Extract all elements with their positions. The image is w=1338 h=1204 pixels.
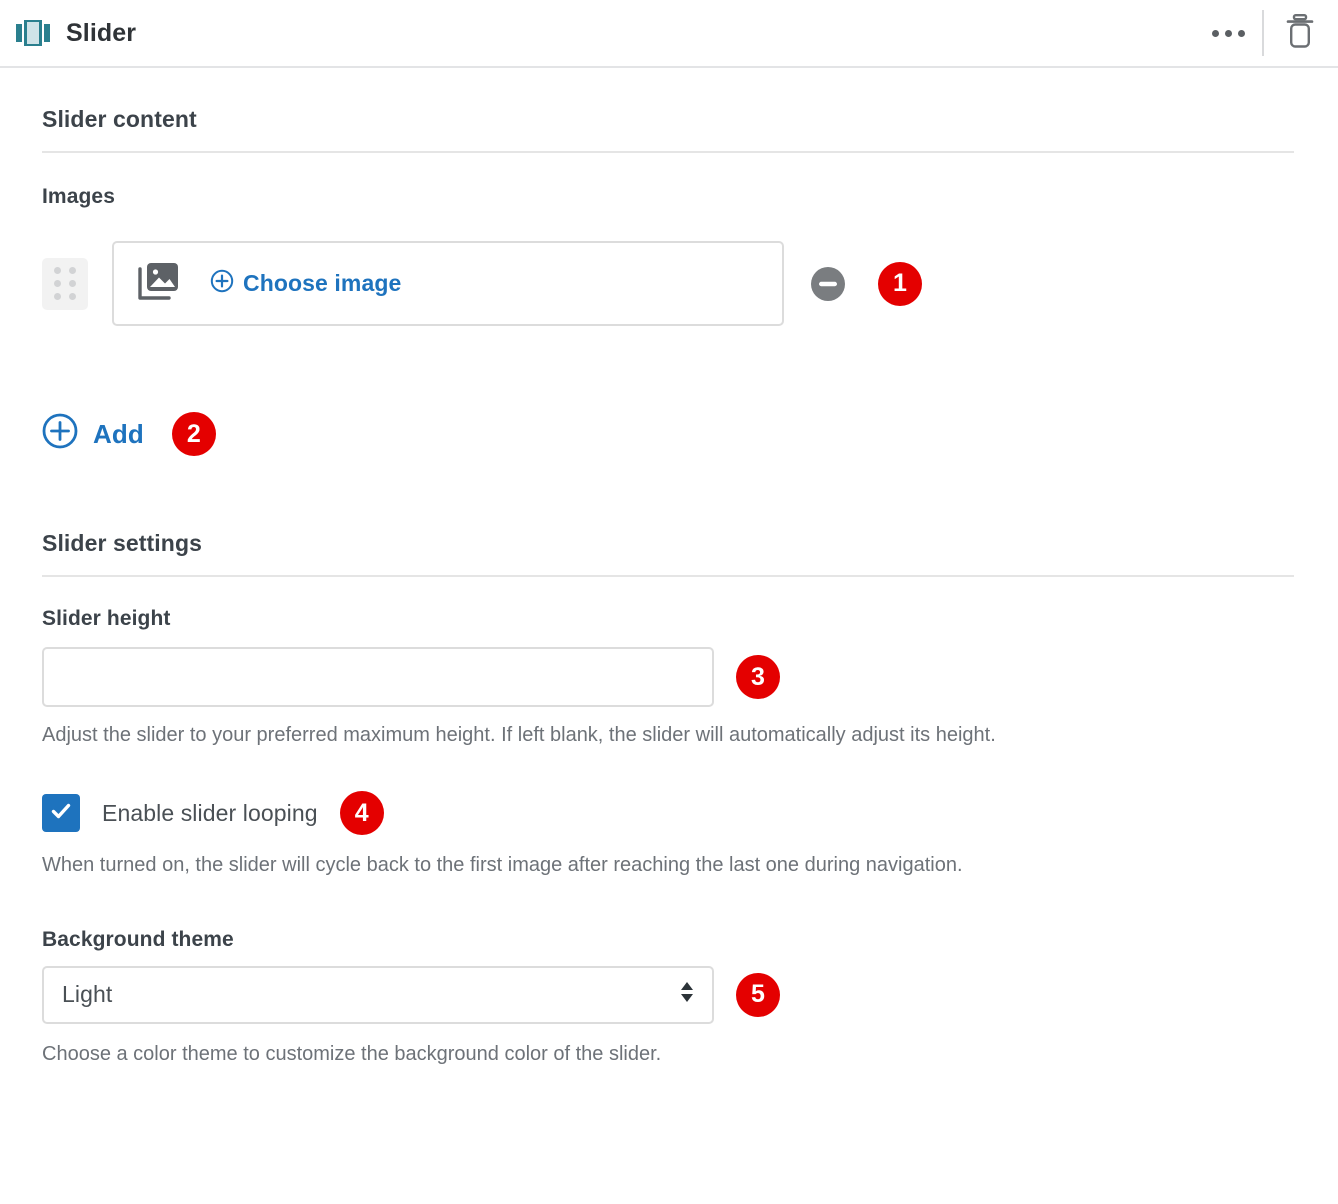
annotation-badge-3: 3 bbox=[736, 655, 780, 699]
drag-handle-dots bbox=[54, 267, 76, 300]
remove-image-button[interactable] bbox=[810, 266, 846, 302]
photo-stack-icon bbox=[138, 261, 182, 306]
plus-circle-icon bbox=[210, 269, 234, 299]
annotation-badge-1: 1 bbox=[878, 261, 922, 306]
enable-slider-looping-checkbox[interactable] bbox=[42, 794, 80, 833]
add-image-label: Add bbox=[93, 418, 144, 449]
choose-image-link[interactable]: Choose image bbox=[210, 269, 401, 299]
panel-body: Slider content Images Choose image 1 Add… bbox=[0, 68, 1338, 1068]
add-image-button[interactable]: Add bbox=[42, 413, 144, 456]
select-arrows-icon bbox=[678, 978, 696, 1011]
page-title: Slider bbox=[66, 18, 137, 47]
choose-image-button[interactable]: Choose image bbox=[112, 241, 784, 326]
background-theme-select[interactable]: Light bbox=[42, 965, 714, 1024]
trash-icon bbox=[1286, 13, 1314, 53]
header-divider bbox=[1262, 10, 1264, 56]
ellipsis-icon bbox=[1211, 29, 1245, 37]
image-list-item: Choose image 1 bbox=[42, 241, 1296, 326]
delete-block-button[interactable] bbox=[1278, 11, 1322, 55]
slider-height-input[interactable] bbox=[42, 647, 714, 707]
slider-looping-row: Enable slider looping 4 bbox=[42, 791, 1296, 836]
background-theme-row: Light 5 bbox=[42, 965, 1296, 1024]
add-image-row: Add 2 bbox=[42, 412, 1296, 456]
drag-handle-icon[interactable] bbox=[42, 257, 88, 310]
choose-image-label: Choose image bbox=[243, 270, 402, 296]
annotation-badge-5: 5 bbox=[736, 972, 780, 1017]
slider-settings-heading: Slider settings bbox=[42, 530, 202, 556]
enable-slider-looping-label[interactable]: Enable slider looping bbox=[102, 800, 318, 827]
slider-looping-help: When turned on, the slider will cycle ba… bbox=[42, 854, 963, 877]
panel-header: Slider bbox=[0, 0, 1338, 68]
minus-circle-icon bbox=[810, 266, 846, 306]
checkmark-icon bbox=[49, 799, 73, 828]
slider-settings-divider bbox=[42, 575, 1294, 577]
slider-height-row: 3 bbox=[42, 647, 1296, 707]
slider-content-divider bbox=[42, 151, 1294, 153]
plus-circle-icon bbox=[42, 413, 78, 456]
background-theme-label: Background theme bbox=[42, 927, 234, 951]
more-options-button[interactable] bbox=[1206, 11, 1250, 55]
slider-height-label: Slider height bbox=[42, 607, 171, 630]
annotation-badge-2: 2 bbox=[171, 412, 216, 456]
slider-carousel-icon bbox=[14, 14, 52, 52]
images-label: Images bbox=[42, 185, 115, 208]
background-theme-value: Light bbox=[62, 981, 113, 1008]
annotation-badge-4: 4 bbox=[339, 791, 384, 836]
slider-height-help: Adjust the slider to your preferred maxi… bbox=[42, 724, 996, 746]
background-theme-help: Choose a color theme to customize the ba… bbox=[42, 1042, 662, 1065]
slider-content-heading: Slider content bbox=[42, 106, 197, 132]
